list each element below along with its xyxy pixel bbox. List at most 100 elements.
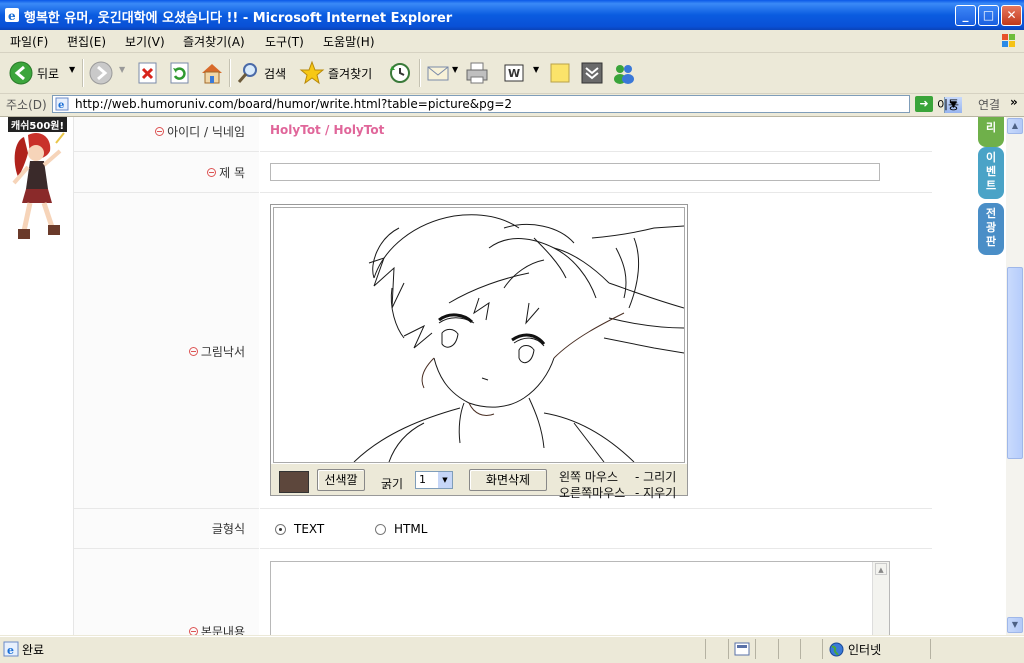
favorites-label[interactable]: 즐겨찾기	[328, 65, 372, 82]
status-separator	[728, 639, 729, 659]
hint-left-mouse: 왼쪽 마우스	[559, 470, 619, 484]
drawing-controls: 선색깔 굵기 1 ▼ 화면삭제 왼쪽 마우스 - 그리기 오른쪽마우스 - 지우…	[271, 464, 687, 500]
note-icon[interactable]	[548, 60, 572, 86]
stop-icon[interactable]	[137, 60, 159, 86]
scroll-thumb[interactable]	[1007, 267, 1023, 459]
status-separator	[930, 639, 931, 659]
address-url[interactable]: http://web.humoruniv.com/board/humor/wri…	[75, 97, 512, 111]
back-icon[interactable]	[8, 60, 34, 86]
page-done-icon: e	[3, 641, 19, 657]
left-banner[interactable]: 캐쉬500원!	[0, 117, 72, 257]
id-label: 아이디 / 닉네임	[155, 123, 245, 140]
status-separator	[705, 639, 706, 659]
toolbar: 뒤로 ▼ ▼ 검색 즐겨찾기 ▼ W ▼	[0, 53, 1024, 94]
history-icon[interactable]	[387, 60, 413, 86]
id-value-cell: HolyTot / HolyTot	[260, 117, 932, 152]
side-tab-event[interactable]: 이벤트	[978, 147, 1004, 199]
line-color-button[interactable]: 선색깔	[317, 469, 365, 491]
messenger-icon[interactable]	[611, 60, 637, 86]
thickness-select[interactable]: 1 ▼	[415, 471, 453, 489]
format-label-cell: 글형식	[74, 509, 259, 549]
forward-icon[interactable]	[88, 60, 114, 86]
vertical-scrollbar[interactable]: ▲ ▼	[1006, 117, 1024, 635]
side-tab-1[interactable]: 리	[978, 117, 1004, 147]
research-icon[interactable]	[580, 60, 604, 86]
status-separator	[822, 639, 823, 659]
minimize-button[interactable]: _	[955, 5, 976, 26]
address-input[interactable]: e http://web.humoruniv.com/board/humor/w…	[52, 95, 962, 113]
status-text: 완료	[22, 643, 45, 657]
svg-text:e: e	[58, 100, 64, 111]
title-input[interactable]	[270, 163, 880, 181]
word-edit-icon[interactable]: W	[502, 60, 526, 86]
thickness-label: 굵기	[381, 477, 404, 491]
forward-dropdown-icon[interactable]: ▼	[119, 65, 125, 74]
menu-tools[interactable]: 도구(T)	[265, 33, 304, 50]
svg-text:e: e	[8, 9, 16, 23]
windows-logo-icon	[1002, 34, 1015, 47]
character-image[interactable]	[6, 131, 66, 243]
ie-icon: e	[5, 8, 19, 23]
refresh-icon[interactable]	[168, 60, 192, 86]
title-label: 제 목	[207, 164, 245, 181]
title-field-cell	[260, 152, 932, 193]
menu-bar: 파일(F) 편집(E) 보기(V) 즐겨찾기(A) 도구(T) 도움말(H)	[0, 30, 1024, 53]
go-button[interactable]: 이동	[937, 96, 959, 113]
mail-dropdown-icon[interactable]: ▼	[452, 65, 458, 74]
search-icon[interactable]	[235, 60, 261, 86]
bullet-icon	[188, 627, 198, 635]
nickname-value: HolyTot / HolyTot	[270, 123, 385, 137]
home-icon[interactable]	[199, 60, 225, 86]
page-icon: e	[55, 97, 69, 111]
chevron-down-icon[interactable]: ▼	[438, 472, 452, 488]
favorites-icon[interactable]	[299, 60, 325, 86]
title-label-cell: 제 목	[74, 152, 259, 193]
hint-left-action: - 그리기	[635, 470, 677, 484]
pen-color-swatch[interactable]	[279, 471, 309, 493]
scroll-down-icon[interactable]: ▼	[1007, 617, 1023, 633]
menu-edit[interactable]: 편집(E)	[67, 33, 106, 50]
status-separator	[800, 639, 801, 659]
bullet-icon	[188, 347, 198, 356]
links-chevron-icon[interactable]: »	[1010, 95, 1018, 109]
body-textarea[interactable]: ▲	[270, 561, 890, 635]
print-icon[interactable]	[464, 60, 490, 86]
drawing-label: 그림낙서	[188, 343, 245, 360]
svg-text:W: W	[508, 67, 520, 80]
internet-globe-icon	[829, 642, 844, 657]
search-label[interactable]: 검색	[264, 65, 286, 82]
drawing-board: 선색깔 굵기 1 ▼ 화면삭제 왼쪽 마우스 - 그리기 오른쪽마우스 - 지우…	[270, 204, 688, 500]
scroll-up-icon[interactable]: ▲	[1007, 118, 1023, 134]
back-dropdown-icon[interactable]: ▼	[69, 65, 75, 74]
clear-screen-button[interactable]: 화면삭제	[469, 469, 547, 491]
scroll-up-icon[interactable]: ▲	[875, 563, 887, 575]
close-button[interactable]: ✕	[1001, 5, 1022, 26]
drawing-canvas[interactable]	[273, 207, 685, 463]
menu-file[interactable]: 파일(F)	[10, 33, 48, 50]
bullet-icon	[207, 168, 217, 177]
text-format-label[interactable]: TEXT	[294, 522, 324, 536]
go-arrow-icon[interactable]: ➜	[915, 96, 933, 112]
body-label-cell: 본문내용	[74, 549, 259, 635]
hint-right-action: - 지우기	[635, 486, 677, 500]
page-content: 캐쉬500원! 아이디 / 닉네임 HolyTot / HolyTot 제 목	[0, 117, 1006, 635]
menu-view[interactable]: 보기(V)	[125, 33, 165, 50]
promo-label[interactable]: 캐쉬500원!	[8, 117, 68, 132]
maximize-button[interactable]: □	[978, 5, 999, 26]
title-bar: e 행복한 유머, 웃긴대학에 오셨습니다 !! - Microsoft Int…	[0, 0, 1024, 30]
edit-dropdown-icon[interactable]: ▼	[533, 65, 539, 74]
side-tab-billboard[interactable]: 전광판	[978, 203, 1004, 255]
format-label: 글형식	[211, 522, 245, 536]
menu-favorites[interactable]: 즐겨찾기(A)	[183, 33, 245, 50]
menu-help[interactable]: 도움말(H)	[323, 33, 375, 50]
status-separator	[778, 639, 779, 659]
text-format-radio[interactable]	[275, 524, 286, 535]
html-format-label[interactable]: HTML	[394, 522, 427, 536]
textarea-scrollbar[interactable]: ▲	[872, 562, 889, 635]
back-label[interactable]: 뒤로	[37, 65, 59, 82]
address-label: 주소(D)	[6, 98, 47, 112]
thickness-value: 1	[419, 473, 426, 486]
html-format-radio[interactable]	[375, 524, 386, 535]
links-label[interactable]: 연결	[978, 96, 1000, 113]
mail-icon[interactable]	[425, 60, 451, 86]
